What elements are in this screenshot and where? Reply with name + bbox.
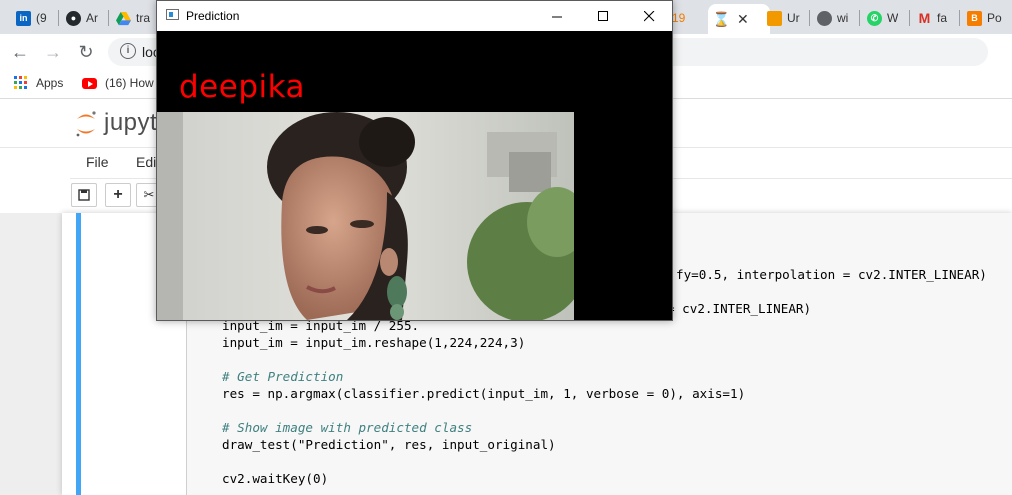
tab-label: (9 xyxy=(36,11,47,25)
bookmark-youtube[interactable]: (16) How xyxy=(82,76,154,90)
prediction-window[interactable]: Prediction deepika xyxy=(156,0,673,321)
tab-web[interactable]: wi xyxy=(817,6,848,30)
bookmark-label: Apps xyxy=(36,76,64,90)
code-line: res = np.argmax(classifier.predict(input… xyxy=(222,386,746,401)
book-icon xyxy=(767,10,782,26)
window-title: Prediction xyxy=(186,9,240,23)
code-line: draw_test("Prediction", res, input_origi… xyxy=(222,437,556,452)
tab-github[interactable]: ● Ar xyxy=(66,6,98,30)
close-icon[interactable] xyxy=(626,1,672,31)
tab-label: tra xyxy=(136,11,151,25)
tab-linkedin[interactable]: in (9 xyxy=(16,6,47,30)
github-icon: ● xyxy=(66,10,81,26)
window-app-icon xyxy=(166,9,179,20)
globe-icon xyxy=(817,10,832,26)
jupyter-logo-text: jupyt xyxy=(104,109,158,136)
menu-file[interactable]: File xyxy=(86,154,109,170)
tab-label: wi xyxy=(837,11,849,25)
whatsapp-icon: ✆ xyxy=(867,10,882,26)
tab-whatsapp[interactable]: ✆ W xyxy=(867,6,898,30)
gmail-icon: M xyxy=(918,10,931,26)
tab-gmail[interactable]: M fa xyxy=(917,6,947,30)
tab-label: Po xyxy=(987,11,1002,25)
tab-blogger[interactable]: B Po xyxy=(967,6,1002,30)
youtube-icon xyxy=(82,77,97,89)
tab-label: Ar xyxy=(86,11,98,25)
tab-active-jupyter[interactable]: ⌛ ✕ xyxy=(708,4,770,34)
code-comment: # Show image with predicted class xyxy=(222,420,473,435)
tab-google-drive[interactable]: tra xyxy=(116,6,150,30)
hourglass-icon: ⌛ xyxy=(712,10,731,27)
code-line: = cv2.INTER_LINEAR) xyxy=(667,301,812,316)
predicted-face-photo xyxy=(157,112,574,320)
apps-grid-icon xyxy=(14,76,27,89)
bookmark-label: (16) How xyxy=(105,76,154,90)
code-line: input_im = input_im.reshape(1,224,224,3) xyxy=(222,335,526,350)
tab-label: Ur xyxy=(787,11,800,25)
tab-label: W xyxy=(887,11,899,25)
linkedin-icon: in xyxy=(16,10,31,26)
forward-icon[interactable]: → xyxy=(42,41,64,63)
cell-selection-bar xyxy=(76,213,81,495)
window-titlebar[interactable]: Prediction xyxy=(157,1,672,31)
add-cell-icon[interactable]: + xyxy=(105,183,131,207)
menu-edit[interactable]: Edi xyxy=(136,154,156,170)
jupyter-logo-icon[interactable] xyxy=(74,110,98,138)
tab-label: fa xyxy=(937,11,948,25)
blogger-icon: B xyxy=(967,10,982,26)
tab-label: 19 xyxy=(672,11,686,25)
prediction-canvas: deepika xyxy=(157,31,672,320)
code-line: fy=0.5, interpolation = cv2.INTER_LINEAR… xyxy=(676,267,987,282)
prediction-label: deepika xyxy=(179,69,306,105)
tab-orange[interactable]: 19 xyxy=(672,6,685,30)
info-icon[interactable]: i xyxy=(120,43,136,59)
code-comment: # Get Prediction xyxy=(222,369,344,384)
tab-udemy[interactable]: Ur xyxy=(767,6,800,30)
google-drive-icon xyxy=(116,11,131,25)
save-icon[interactable] xyxy=(71,183,97,207)
reload-icon[interactable]: ↻ xyxy=(75,41,97,63)
code-line: cv2.waitKey(0) xyxy=(222,471,329,486)
tab-close-icon[interactable]: ✕ xyxy=(737,11,749,28)
back-icon[interactable]: ← xyxy=(9,41,31,63)
bookmark-apps[interactable]: Apps xyxy=(14,76,63,90)
maximize-icon[interactable] xyxy=(580,1,626,31)
minimize-icon[interactable] xyxy=(534,1,580,31)
